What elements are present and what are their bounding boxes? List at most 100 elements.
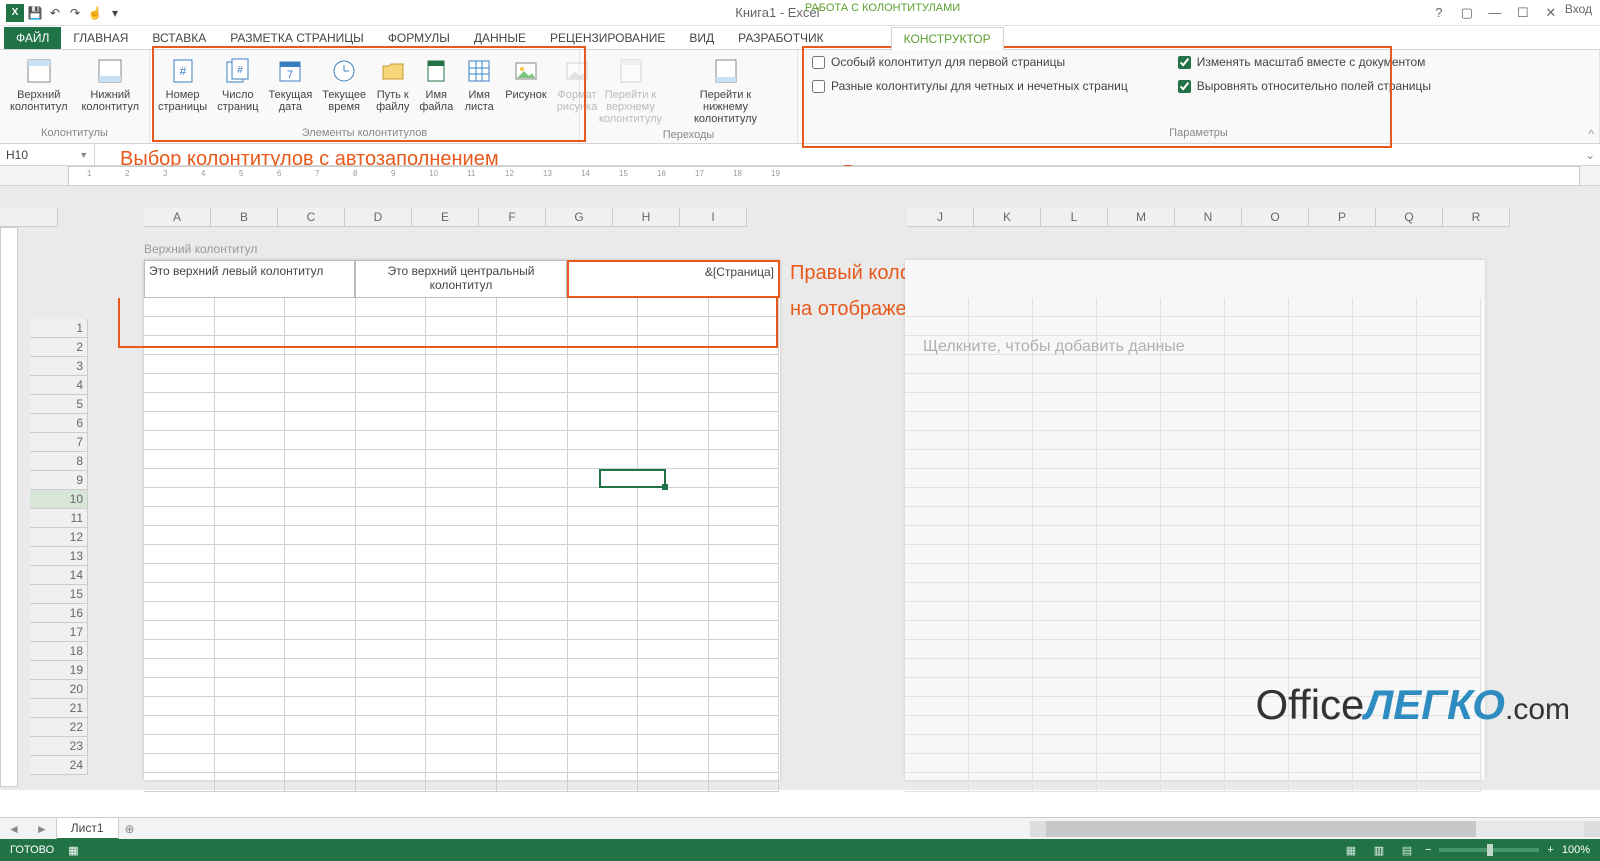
cell[interactable] — [1225, 317, 1289, 336]
cell[interactable] — [497, 773, 568, 792]
cell[interactable] — [1353, 298, 1417, 317]
cell[interactable] — [1033, 545, 1097, 564]
cell[interactable] — [144, 564, 215, 583]
cell[interactable] — [1289, 374, 1353, 393]
cell[interactable] — [1225, 355, 1289, 374]
cell[interactable] — [1161, 697, 1225, 716]
cell[interactable] — [1097, 735, 1161, 754]
cell[interactable] — [568, 621, 639, 640]
cell[interactable] — [969, 545, 1033, 564]
cell[interactable] — [426, 450, 497, 469]
cell[interactable] — [1097, 488, 1161, 507]
column-header[interactable]: L — [1041, 208, 1108, 227]
cell[interactable] — [144, 754, 215, 773]
scroll-right-icon[interactable] — [1584, 821, 1600, 837]
cell[interactable] — [285, 355, 356, 374]
column-header[interactable]: H — [613, 208, 680, 227]
cell[interactable] — [1033, 716, 1097, 735]
expand-formula-icon[interactable]: ⌄ — [1580, 144, 1600, 165]
cell[interactable] — [638, 678, 709, 697]
row-header[interactable]: 8 — [30, 452, 88, 471]
cell[interactable] — [638, 450, 709, 469]
cell[interactable] — [426, 412, 497, 431]
cell[interactable] — [1225, 450, 1289, 469]
cell[interactable] — [905, 298, 969, 317]
cell[interactable] — [1161, 298, 1225, 317]
cell[interactable] — [1097, 469, 1161, 488]
cell[interactable] — [285, 564, 356, 583]
page-number-button[interactable]: #Номер страницы — [154, 53, 211, 115]
cell[interactable] — [1225, 298, 1289, 317]
cell[interactable] — [568, 336, 639, 355]
normal-view-icon[interactable]: ▦ — [1341, 842, 1361, 858]
cell[interactable] — [426, 298, 497, 317]
cell[interactable] — [215, 773, 286, 792]
cell[interactable] — [709, 526, 780, 545]
cell[interactable] — [144, 374, 215, 393]
cell[interactable] — [426, 602, 497, 621]
cell[interactable] — [144, 640, 215, 659]
zoom-level[interactable]: 100% — [1562, 844, 1590, 856]
cell[interactable] — [1353, 564, 1417, 583]
cell[interactable] — [1161, 773, 1225, 792]
cell[interactable] — [144, 469, 215, 488]
cell[interactable] — [1289, 754, 1353, 773]
cell[interactable] — [638, 336, 709, 355]
column-header[interactable]: G — [546, 208, 613, 227]
cell[interactable] — [568, 450, 639, 469]
cell[interactable] — [285, 773, 356, 792]
cell[interactable] — [1097, 431, 1161, 450]
cell[interactable] — [497, 735, 568, 754]
cell[interactable] — [497, 412, 568, 431]
page-2-placeholder[interactable]: Щелкните, чтобы добавить данные — [923, 338, 1477, 356]
page-break-view-icon[interactable]: ▤ — [1397, 842, 1417, 858]
header-center[interactable]: Это верхний центральный колонтитул — [355, 260, 566, 298]
cell[interactable] — [1033, 298, 1097, 317]
cell[interactable] — [426, 659, 497, 678]
cell[interactable] — [1417, 355, 1481, 374]
ribbon-display-icon[interactable]: ▢ — [1453, 2, 1481, 24]
cell[interactable] — [285, 374, 356, 393]
cell[interactable] — [1289, 317, 1353, 336]
cell[interactable] — [356, 298, 427, 317]
header-right[interactable]: &[Страница] — [567, 260, 780, 298]
cell[interactable] — [1353, 393, 1417, 412]
horizontal-ruler[interactable]: 12345678910111213141516171819 — [68, 166, 1580, 186]
cell[interactable] — [1161, 564, 1225, 583]
cell[interactable] — [1033, 602, 1097, 621]
cell[interactable] — [969, 317, 1033, 336]
cell[interactable] — [426, 640, 497, 659]
cell[interactable] — [1097, 298, 1161, 317]
tab-formulas[interactable]: ФОРМУЛЫ — [376, 27, 462, 49]
cell[interactable] — [1353, 545, 1417, 564]
checkbox-scale[interactable]: Изменять масштаб вместе с документом — [1178, 55, 1431, 69]
cell[interactable] — [144, 678, 215, 697]
cell[interactable] — [356, 678, 427, 697]
cell[interactable] — [1033, 431, 1097, 450]
cell[interactable] — [709, 583, 780, 602]
help-icon[interactable]: ? — [1425, 2, 1453, 24]
cell[interactable] — [1161, 412, 1225, 431]
cell[interactable] — [285, 526, 356, 545]
cell[interactable] — [1353, 507, 1417, 526]
cell[interactable] — [1161, 450, 1225, 469]
cell[interactable] — [426, 678, 497, 697]
cell[interactable] — [1225, 374, 1289, 393]
cell[interactable] — [1289, 735, 1353, 754]
row-header[interactable]: 2 — [30, 338, 88, 357]
cell[interactable] — [1417, 640, 1481, 659]
cell[interactable] — [1289, 450, 1353, 469]
column-header[interactable]: M — [1108, 208, 1175, 227]
cell[interactable] — [497, 754, 568, 773]
sheet-tab[interactable]: Лист1 — [56, 817, 119, 840]
cell[interactable] — [497, 545, 568, 564]
cell[interactable] — [144, 659, 215, 678]
cell[interactable] — [356, 545, 427, 564]
cell[interactable] — [1225, 526, 1289, 545]
cell[interactable] — [638, 564, 709, 583]
save-icon[interactable]: 💾 — [26, 4, 44, 22]
cell[interactable] — [1417, 374, 1481, 393]
zoom-in-icon[interactable]: + — [1547, 844, 1553, 856]
cell[interactable] — [356, 526, 427, 545]
cell[interactable] — [1033, 583, 1097, 602]
